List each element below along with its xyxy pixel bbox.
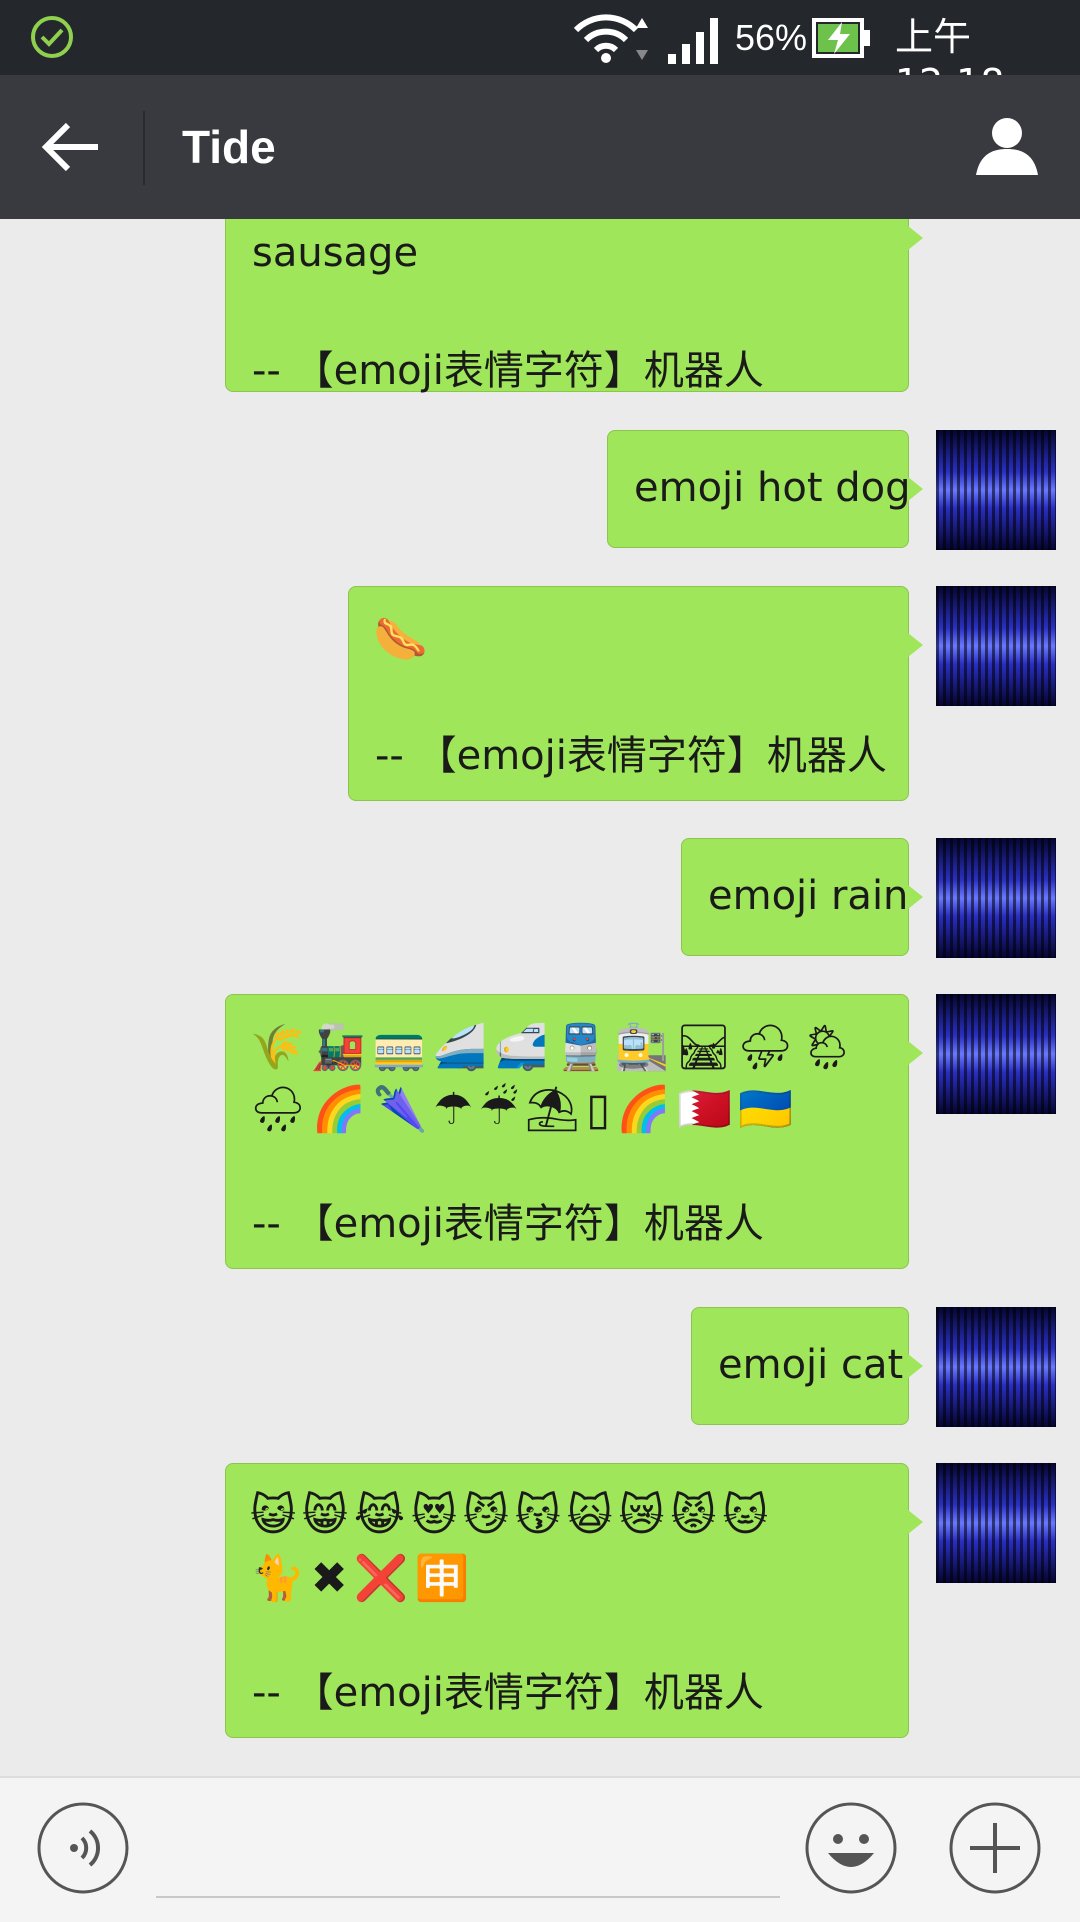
check-circle-icon — [31, 16, 73, 58]
message-signature: -- 【emoji表情字符】机器人 — [252, 1670, 764, 1716]
avatar[interactable] — [936, 838, 1056, 958]
smiley-icon[interactable] — [804, 1801, 898, 1895]
message-bubble[interactable]: emoji cat — [691, 1307, 923, 1425]
signal-icon — [668, 18, 718, 64]
emoji-text: 🌭 — [373, 614, 434, 665]
arrow-left-icon[interactable] — [40, 121, 102, 173]
message-text: emoji hot dog — [634, 465, 911, 511]
message-bubble[interactable]: 🌭 -- 【emoji表情字符】机器人 — [348, 586, 923, 801]
message-text: emoji rain — [708, 873, 909, 919]
message-bubble[interactable]: 😺😸😹😻😼😽🙀😿😾🐱 🐈✖❌🈸 -- 【emoji表情字符】机器人 — [225, 1463, 923, 1738]
emoji-text: 😺😸😹😻😼😽🙀😿😾🐱 — [250, 1490, 775, 1541]
wifi-icon — [573, 14, 648, 63]
avatar[interactable] — [936, 1463, 1056, 1583]
message-signature: -- 【emoji表情字符】机器人 — [252, 1201, 764, 1247]
status-bar: 56% 上午12:18 — [0, 0, 1080, 105]
message-signature: -- 【emoji表情字符】机器人 — [375, 733, 887, 779]
battery-percent: 56% — [735, 17, 808, 58]
emoji-text: 🌾🚂🚃🚄🚅🚆🚉🛤⛈🌦 — [250, 1022, 862, 1073]
chat-messages[interactable]: sausage -- 【emoji表情字符】机器人 emoji hot dog … — [0, 219, 1080, 1776]
avatar[interactable] — [936, 430, 1056, 550]
emoji-text: 🌧🌈🌂☂☔⛱▯🌈🇧🇭🇺🇦 — [250, 1084, 799, 1135]
chat-title: Tide — [182, 121, 276, 173]
message-bubble[interactable]: sausage -- 【emoji表情字符】机器人 — [225, 219, 923, 394]
voice-icon[interactable] — [36, 1801, 130, 1895]
avatar[interactable] — [936, 994, 1056, 1114]
message-bubble[interactable]: 🌾🚂🚃🚄🚅🚆🚉🛤⛈🌦 🌧🌈🌂☂☔⛱▯🌈🇧🇭🇺🇦 -- 【emoji表情字符】机器… — [225, 994, 923, 1269]
avatar[interactable] — [936, 1307, 1056, 1427]
avatar[interactable] — [936, 586, 1056, 706]
title-divider — [143, 111, 145, 185]
message-input[interactable] — [156, 1896, 780, 1898]
battery-charging-icon — [812, 18, 870, 58]
emoji-text: 🐈✖❌🈸 — [250, 1553, 476, 1604]
input-bar — [0, 1776, 1080, 1922]
message-bubble[interactable]: emoji rain — [681, 838, 923, 956]
title-bar: Tide — [0, 75, 1080, 219]
plus-icon[interactable] — [948, 1801, 1042, 1895]
message-text: sausage — [252, 230, 419, 276]
message-text: emoji cat — [718, 1342, 904, 1388]
user-icon[interactable] — [974, 113, 1040, 179]
message-signature: -- 【emoji表情字符】机器人 — [252, 348, 764, 394]
message-bubble[interactable]: emoji hot dog — [607, 430, 923, 548]
